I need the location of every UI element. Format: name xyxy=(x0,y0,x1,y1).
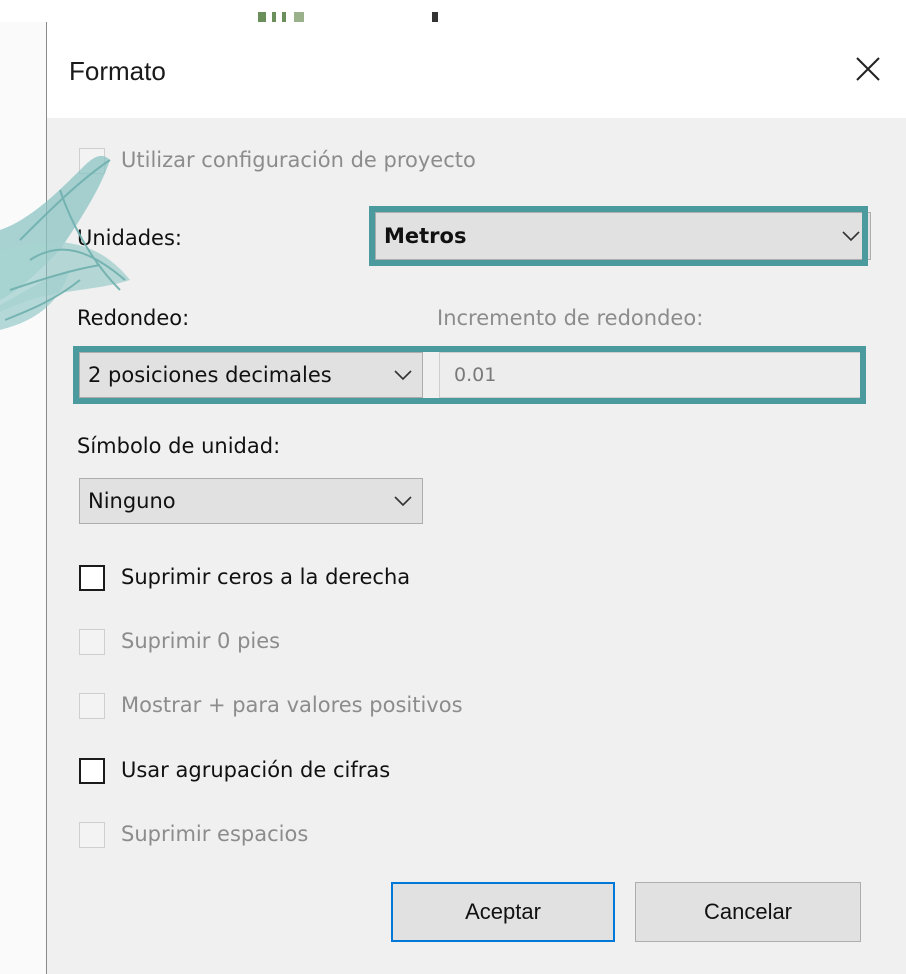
show-plus-label: Mostrar + para valores positivos xyxy=(121,693,463,717)
digit-grouping-label: Usar agrupación de cifras xyxy=(121,758,391,782)
unit-symbol-value: Ninguno xyxy=(88,489,176,513)
rounding-dropdown[interactable]: 2 posiciones decimales xyxy=(79,352,423,398)
close-icon xyxy=(856,57,880,81)
background-app-strip xyxy=(0,0,46,974)
rounding-value: 2 posiciones decimales xyxy=(88,363,332,387)
rounding-increment-value: 0.01 xyxy=(454,364,497,386)
units-label: Unidades: xyxy=(77,226,182,250)
dialog-titlebar: Formato xyxy=(47,22,906,118)
background-app-topbar xyxy=(0,0,906,22)
unit-symbol-dropdown[interactable]: Ninguno xyxy=(79,478,423,524)
chevron-down-icon xyxy=(394,496,412,507)
chevron-down-icon xyxy=(842,231,860,242)
rounding-increment-label: Incremento de redondeo: xyxy=(437,306,704,330)
use-project-settings-checkbox[interactable] xyxy=(79,148,105,174)
suppress-0-feet-label: Suprimir 0 pies xyxy=(121,629,281,653)
suppress-0-feet-checkbox[interactable] xyxy=(79,629,105,655)
suppress-trailing-zeros-label: Suprimir ceros a la derecha xyxy=(121,565,411,589)
close-button[interactable] xyxy=(851,52,885,86)
show-plus-checkbox[interactable] xyxy=(79,693,105,719)
units-dropdown[interactable]: Metros xyxy=(375,212,871,260)
background-toolbar-glimpse xyxy=(252,8,442,22)
chevron-down-icon xyxy=(394,370,412,381)
ok-button[interactable]: Aceptar xyxy=(391,882,615,942)
rounding-increment-input[interactable]: 0.01 xyxy=(439,352,863,398)
unit-symbol-label: Símbolo de unidad: xyxy=(77,434,281,458)
units-value: Metros xyxy=(384,224,467,248)
cancel-button[interactable]: Cancelar xyxy=(635,882,861,942)
suppress-trailing-zeros-checkbox[interactable] xyxy=(79,565,105,591)
dialog-title: Formato xyxy=(69,56,166,86)
digit-grouping-checkbox[interactable] xyxy=(79,758,105,784)
use-project-settings-label: Utilizar configuración de proyecto xyxy=(121,148,476,172)
format-dialog: Formato Utilizar configuración de proyec… xyxy=(46,22,906,974)
suppress-spaces-label: Suprimir espacios xyxy=(121,822,309,846)
rounding-label: Redondeo: xyxy=(77,306,190,330)
suppress-spaces-checkbox[interactable] xyxy=(79,822,105,848)
